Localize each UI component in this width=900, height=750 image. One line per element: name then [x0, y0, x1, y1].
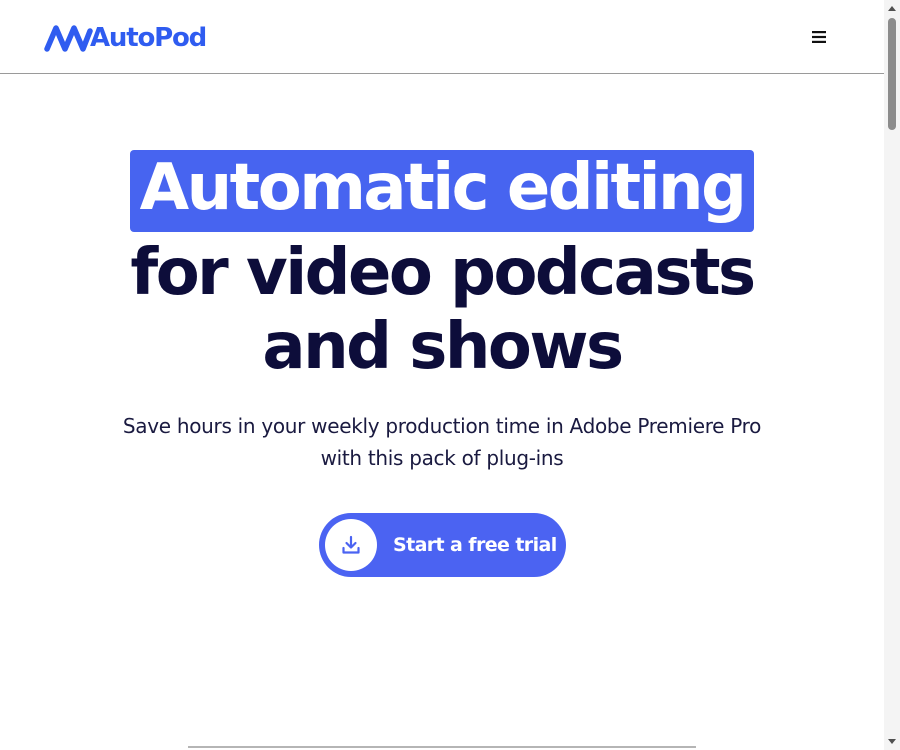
logo-text: AutoPod	[90, 23, 207, 53]
hero-title-highlight: Automatic editing	[129, 150, 755, 232]
hamburger-menu-button[interactable]	[806, 26, 832, 48]
autopod-logo-icon	[44, 25, 93, 52]
cta-icon-circle	[325, 519, 377, 571]
hero-title-line-2: for video podcasts	[130, 236, 756, 310]
scrollbar-thumb[interactable]	[888, 18, 896, 130]
cta-label: Start a free trial	[393, 534, 557, 556]
hero-title-line-1: Automatic editing	[0, 150, 884, 232]
scroll-down-arrow-icon[interactable]	[884, 734, 900, 750]
hamburger-menu-icon	[812, 31, 826, 43]
vertical-scrollbar[interactable]	[884, 0, 900, 750]
page: AutoPod Automatic editing for video podc…	[0, 0, 900, 750]
hero-title: Automatic editing for video podcasts and…	[0, 150, 884, 384]
scroll-up-arrow-icon[interactable]	[884, 0, 900, 16]
start-free-trial-button[interactable]: Start a free trial	[319, 513, 566, 577]
hero-subtitle: Save hours in your weekly production tim…	[122, 414, 762, 470]
autopod-logo[interactable]: AutoPod	[44, 22, 207, 54]
download-icon	[342, 535, 360, 554]
bottom-divider	[188, 746, 696, 748]
site-header: AutoPod	[0, 0, 884, 74]
hero-title-line-3: and shows	[262, 310, 624, 384]
